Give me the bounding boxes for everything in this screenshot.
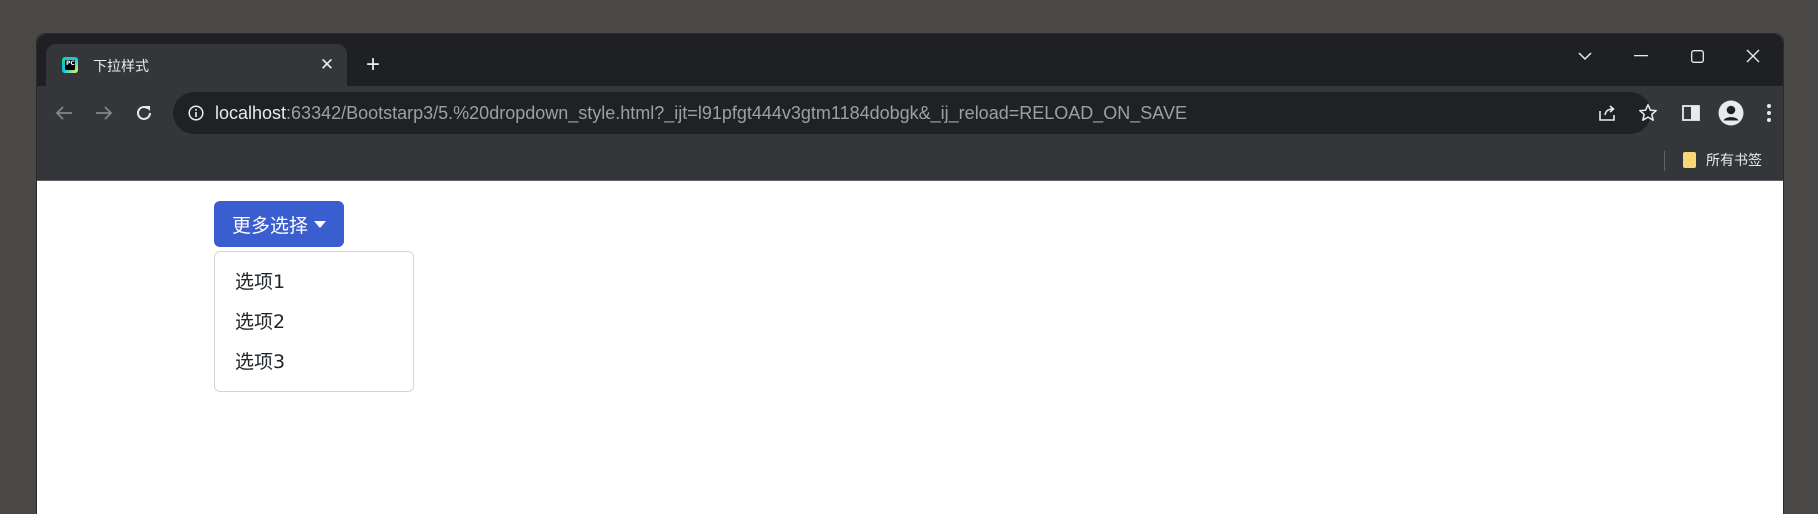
folder-icon (1683, 152, 1696, 168)
pycharm-icon: PC (62, 57, 78, 73)
tab-title: 下拉样式 (93, 59, 149, 75)
url-rest: :63342/Bootstarp3/5.%20dropdown_style.ht… (286, 103, 1187, 123)
new-tab-button[interactable]: + (359, 51, 387, 79)
profile-avatar-icon[interactable] (1717, 99, 1745, 127)
url-host: localhost (215, 103, 287, 123)
browser-window: PC 下拉样式 ✕ + localhost:63342/Bootstarp3/5… (37, 34, 1783, 514)
bookmarks-bar: 所有书签 (37, 140, 1783, 181)
url-text: localhost:63342/Bootstarp3/5.%20dropdown… (215, 103, 1187, 124)
browser-toolbar: localhost:63342/Bootstarp3/5.%20dropdown… (37, 86, 1783, 140)
dropdown-item-2[interactable]: 选项2 (215, 302, 413, 342)
bookmark-star-icon[interactable] (1637, 102, 1659, 124)
dropdown-menu: 选项1 选项2 选项3 (214, 251, 414, 392)
all-bookmarks-button[interactable]: 所有书签 (1677, 147, 1768, 173)
kebab-menu-icon[interactable] (1755, 99, 1783, 127)
address-bar[interactable]: localhost:63342/Bootstarp3/5.%20dropdown… (173, 92, 1657, 134)
back-arrow-icon[interactable] (51, 100, 77, 126)
site-info-icon[interactable] (188, 105, 204, 121)
side-panel-icon[interactable] (1677, 99, 1705, 127)
tab-strip: PC 下拉样式 ✕ + (37, 34, 1783, 86)
browser-tab-active[interactable]: PC 下拉样式 ✕ (46, 44, 347, 86)
share-icon[interactable] (1597, 102, 1619, 124)
dropdown-toggle-label: 更多选择 (231, 214, 308, 237)
reload-icon[interactable] (131, 100, 157, 126)
close-tab-icon[interactable]: ✕ (318, 56, 336, 74)
forward-arrow-icon[interactable] (91, 100, 117, 126)
all-bookmarks-label: 所有书签 (1706, 153, 1762, 169)
dropdown-item-1[interactable]: 选项1 (215, 262, 413, 302)
page-content: 更多选择 选项1 选项2 选项3 (37, 181, 1783, 514)
close-window-icon[interactable] (1733, 42, 1773, 70)
dropdown-item-3[interactable]: 选项3 (215, 342, 413, 382)
bookmarks-separator (1664, 151, 1665, 171)
minimize-icon[interactable] (1621, 42, 1661, 70)
dropdown-toggle-button[interactable]: 更多选择 (214, 201, 344, 247)
tab-search-chevron-icon[interactable] (1565, 42, 1605, 70)
caret-down-icon (314, 221, 326, 228)
maximize-icon[interactable] (1677, 42, 1717, 70)
